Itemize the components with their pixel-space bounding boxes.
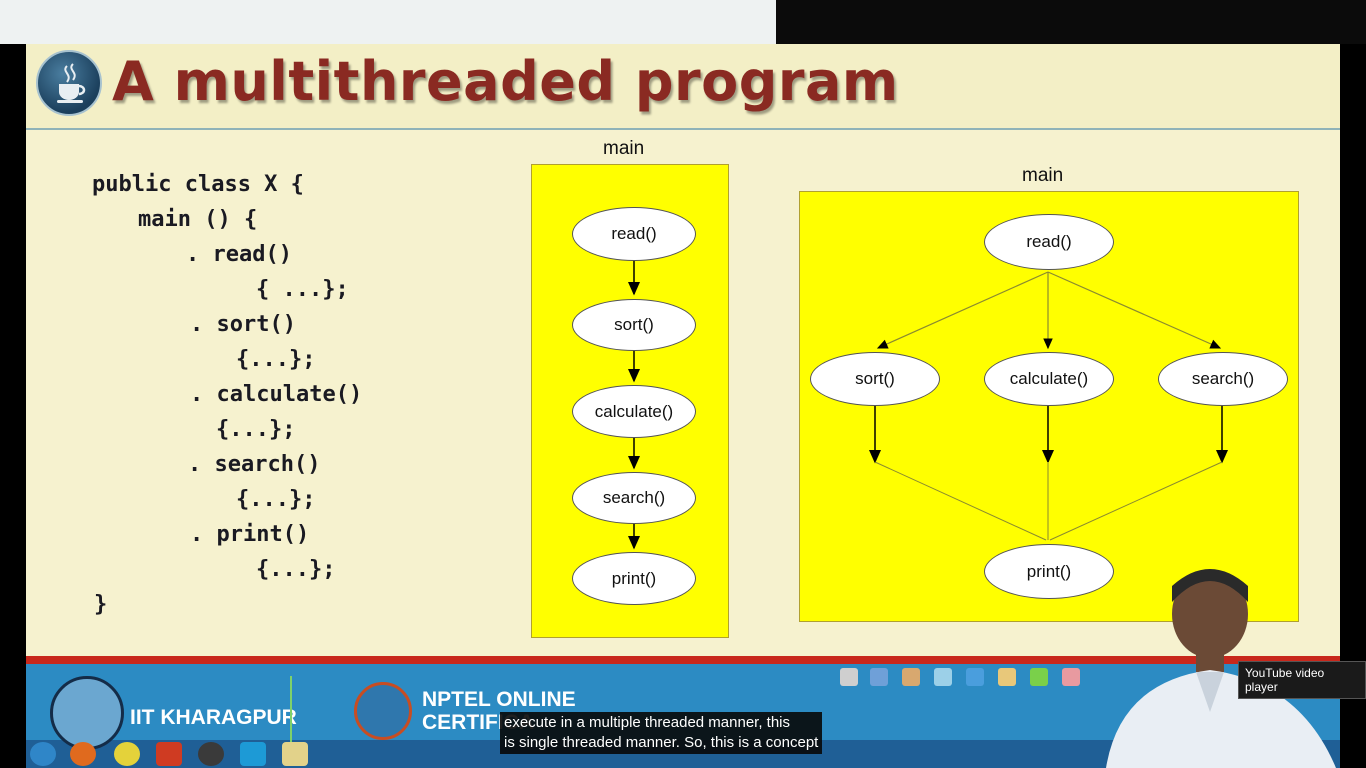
pointer-tool-icon[interactable] <box>870 668 888 686</box>
node-sort: sort() <box>810 352 940 406</box>
screen-tool-icon[interactable] <box>934 668 952 686</box>
node-calculate: calculate() <box>984 352 1114 406</box>
pencil-tool-icon[interactable] <box>998 668 1016 686</box>
pen-tool-icon[interactable] <box>840 668 858 686</box>
caption-line-1: execute in a multiple threaded manner, t… <box>504 714 791 731</box>
institute-name: IIT KHARAGPUR <box>130 706 297 729</box>
firefox-icon[interactable] <box>70 742 96 766</box>
node-print: print() <box>984 544 1114 599</box>
eraser-tool-icon[interactable] <box>1062 668 1080 686</box>
node-search: search() <box>1158 352 1288 406</box>
start-icon[interactable] <box>30 742 56 766</box>
node-read: read() <box>984 214 1114 270</box>
youtube-player-tooltip: YouTube video player <box>1238 661 1366 699</box>
nptel-logo-icon <box>354 682 412 740</box>
caption-line-2: is single threaded manner. So, this is a… <box>504 734 819 751</box>
highlighter-blue-icon[interactable] <box>966 668 984 686</box>
video-caption: execute in a multiple threaded manner, t… <box>500 712 823 754</box>
skype-icon[interactable] <box>240 742 266 766</box>
highlighter-green-icon[interactable] <box>1030 668 1048 686</box>
folder-icon[interactable] <box>282 742 308 766</box>
nptel-line-1: NPTEL ONLINE <box>422 688 576 711</box>
chrome-icon[interactable] <box>114 742 140 766</box>
window-top <box>0 0 1366 44</box>
marker-tool-icon[interactable] <box>902 668 920 686</box>
media-player-icon[interactable] <box>198 742 224 766</box>
taskbar <box>26 738 326 768</box>
top-black-area <box>776 0 1366 44</box>
footer-divider <box>290 676 292 744</box>
powerpoint-icon[interactable] <box>156 742 182 766</box>
